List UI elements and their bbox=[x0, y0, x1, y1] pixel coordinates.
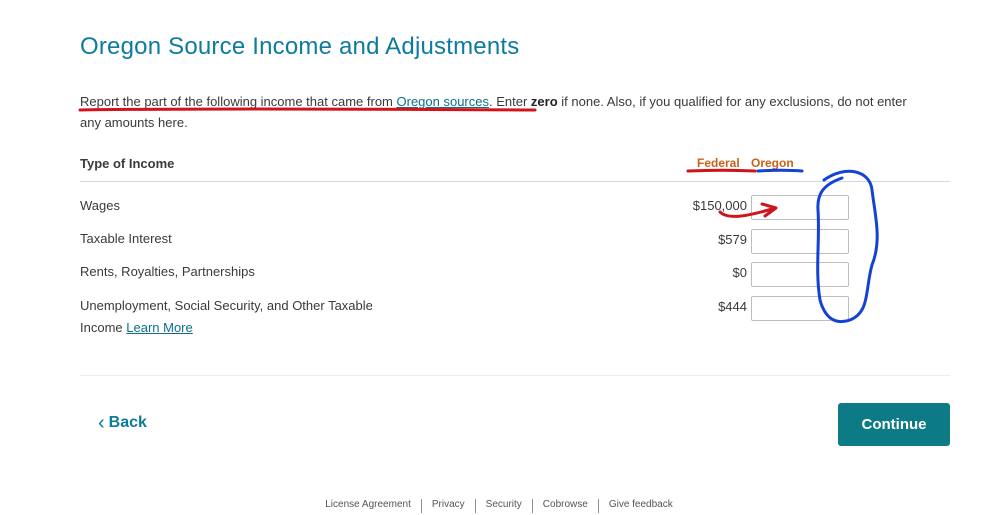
blue-underline-oregon bbox=[756, 168, 804, 173]
intro-bold-zero: zero bbox=[530, 94, 558, 109]
oregon-input-unemployment[interactable] bbox=[751, 296, 849, 321]
footer-separator bbox=[420, 499, 422, 513]
footer-separator bbox=[531, 499, 533, 513]
chevron-left-icon: ‹ bbox=[98, 412, 105, 434]
oregon-input-taxable-interest[interactable] bbox=[751, 229, 849, 254]
footer-license-agreement[interactable]: License Agreement bbox=[325, 499, 411, 513]
row-label-unemployment-line1: Unemployment, Social Security, and Other… bbox=[80, 298, 373, 313]
federal-value-unemployment: $444 bbox=[718, 299, 747, 314]
footer-separator bbox=[474, 499, 476, 513]
row-label-unemployment: Unemployment, Social Security, and Other… bbox=[80, 295, 373, 339]
back-button-label: Back bbox=[108, 414, 147, 431]
type-of-income-header: Type of Income bbox=[80, 156, 175, 171]
federal-value-taxable-interest: $579 bbox=[718, 232, 747, 247]
federal-header: Federal bbox=[697, 156, 740, 170]
table-header-divider bbox=[80, 181, 950, 182]
footer-security[interactable]: Security bbox=[486, 499, 522, 513]
content-divider bbox=[80, 375, 950, 376]
oregon-sources-link[interactable]: Oregon sources bbox=[397, 94, 490, 109]
intro-text: Report the part of the following income … bbox=[80, 91, 930, 133]
row-label-rents: Rents, Royalties, Partnerships bbox=[80, 264, 255, 279]
intro-part1: Report the part of the following income … bbox=[80, 94, 397, 109]
row-label-taxable-interest: Taxable Interest bbox=[80, 231, 172, 246]
continue-button[interactable]: Continue bbox=[838, 403, 950, 446]
footer-links: License Agreement Privacy Security Cobro… bbox=[0, 499, 998, 513]
footer-give-feedback[interactable]: Give feedback bbox=[609, 499, 673, 513]
back-button[interactable]: ‹ Back bbox=[98, 412, 147, 434]
oregon-header: Oregon bbox=[751, 156, 794, 170]
footer-privacy[interactable]: Privacy bbox=[432, 499, 465, 513]
row-label-unemployment-line2: Income bbox=[80, 320, 123, 335]
footer-cobrowse[interactable]: Cobrowse bbox=[543, 499, 588, 513]
page-title: Oregon Source Income and Adjustments bbox=[80, 33, 520, 60]
learn-more-link[interactable]: Learn More bbox=[126, 320, 192, 335]
red-underline-federal bbox=[686, 168, 757, 173]
intro-part2: . Enter bbox=[489, 94, 531, 109]
footer-separator bbox=[597, 499, 599, 513]
federal-value-rents: $0 bbox=[732, 265, 747, 280]
oregon-income-page: Oregon Source Income and Adjustments Rep… bbox=[0, 0, 998, 515]
federal-value-wages: $150,000 bbox=[692, 198, 747, 213]
oregon-input-rents[interactable] bbox=[751, 262, 849, 287]
oregon-input-wages[interactable] bbox=[751, 195, 849, 220]
row-label-wages: Wages bbox=[80, 198, 120, 213]
